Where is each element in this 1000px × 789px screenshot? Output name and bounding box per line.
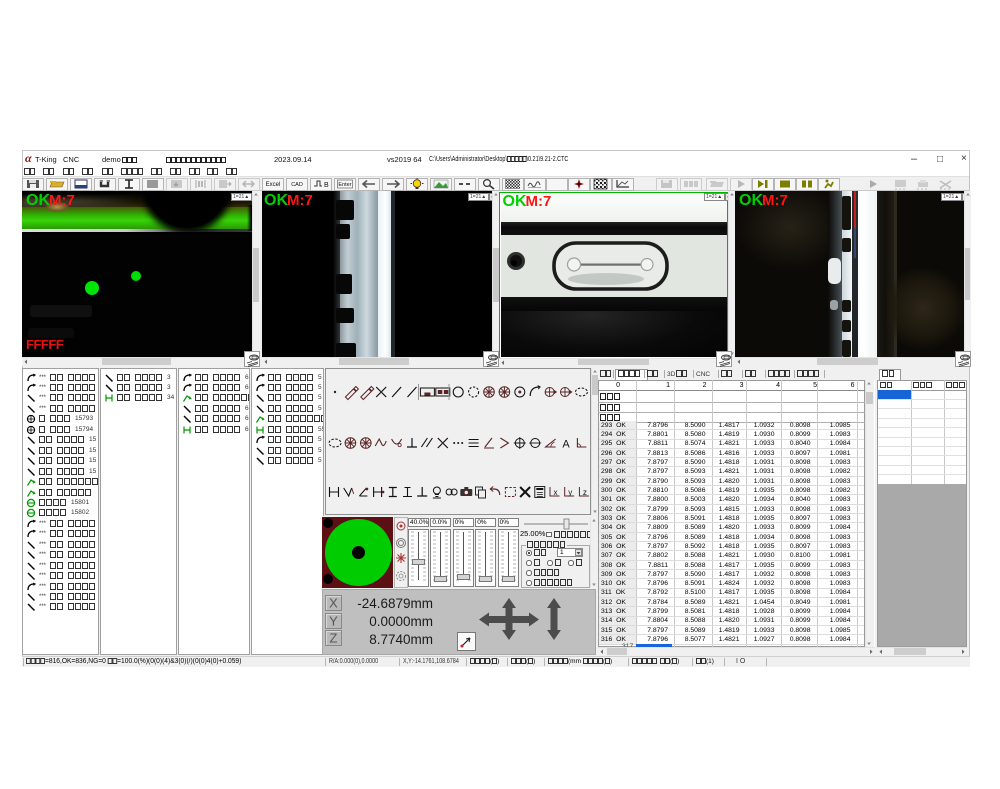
svg-text:Y: Y [329,613,338,628]
svg-text:z: z [583,488,587,497]
svg-text:Excel: Excel [266,182,281,188]
svg-text:CAD: CAD [291,182,303,188]
svg-text:Z: Z [330,631,338,646]
svg-text:A: A [562,439,570,451]
svg-text:X: X [329,596,338,611]
svg-text:Enter: Enter [338,182,351,188]
svg-text:B: B [324,182,329,189]
svg-text:x: x [554,488,558,497]
svg-text:y: y [568,488,572,497]
